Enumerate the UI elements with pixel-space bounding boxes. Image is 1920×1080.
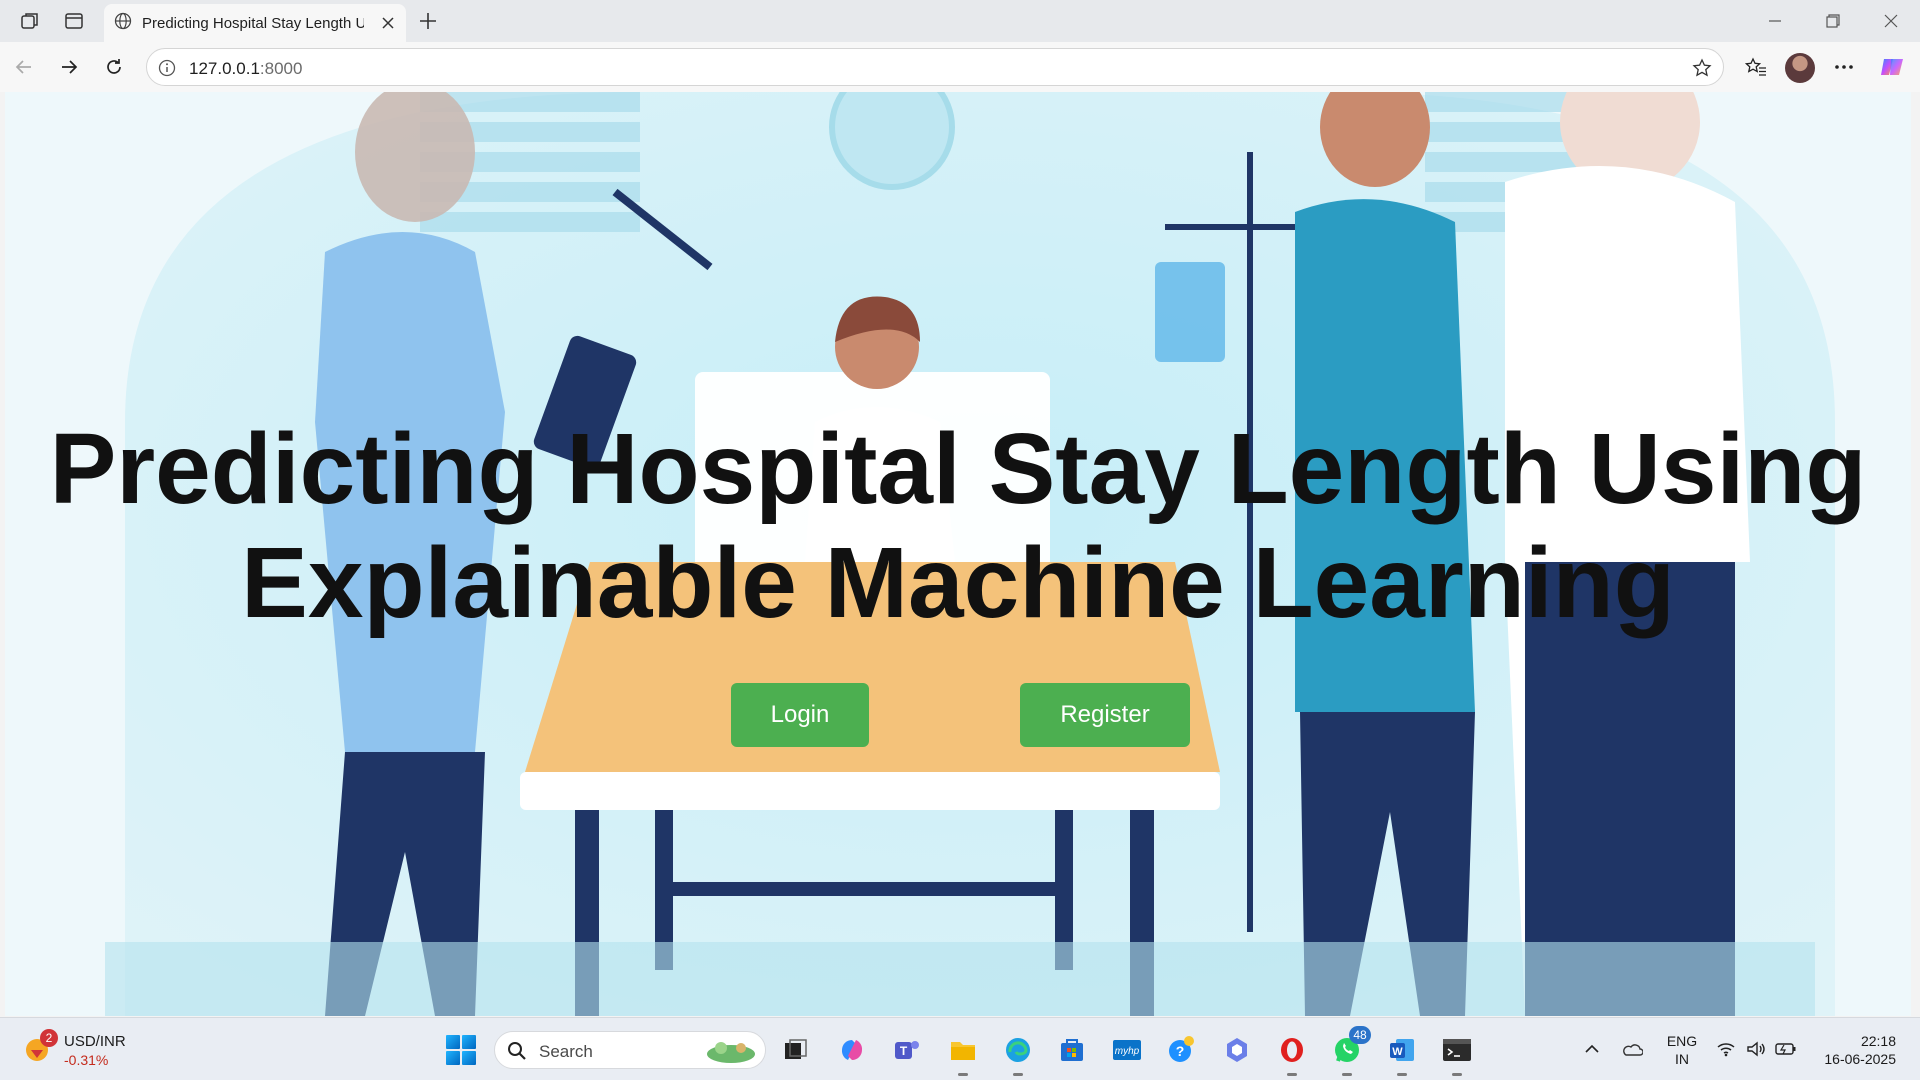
restore-icon[interactable] <box>1804 0 1862 42</box>
teams-icon[interactable]: T <box>889 1032 925 1068</box>
running-indicator <box>1342 1073 1352 1076</box>
myhp-icon[interactable]: myhp <box>1109 1032 1145 1068</box>
region-code: IN <box>1675 1051 1689 1067</box>
word-icon[interactable]: W <box>1384 1032 1420 1076</box>
start-icon[interactable] <box>446 1035 476 1065</box>
store-icon[interactable] <box>1054 1032 1090 1068</box>
search-label: Search <box>539 1042 593 1061</box>
taskbar-search[interactable]: Search <box>494 1031 766 1069</box>
file-explorer-icon[interactable] <box>945 1032 981 1076</box>
profile-avatar[interactable] <box>1785 53 1815 83</box>
login-button[interactable]: Login <box>731 683 869 747</box>
workspaces-icon[interactable] <box>14 7 46 35</box>
volume-icon[interactable] <box>1743 1036 1769 1062</box>
copilot-hex-icon[interactable] <box>1219 1032 1255 1068</box>
minimize-icon[interactable] <box>1746 0 1804 42</box>
battery-icon[interactable] <box>1773 1036 1799 1062</box>
opera-icon[interactable] <box>1274 1032 1310 1076</box>
url-host: 127.0.0.1 <box>189 59 260 78</box>
browser-tab-bar: Predicting Hospital Stay Length U <box>0 0 1920 42</box>
running-indicator <box>1452 1073 1462 1076</box>
svg-text:W: W <box>1392 1046 1403 1058</box>
register-button[interactable]: Register <box>1020 683 1190 747</box>
heading-line-2: Explainable Machine Learning <box>241 527 1675 639</box>
globe-icon <box>114 12 132 35</box>
widget-name: USD/INR <box>64 1033 126 1050</box>
widget-change: -0.31% <box>64 1052 109 1068</box>
copilot-app-icon[interactable] <box>834 1032 870 1068</box>
close-tab-icon[interactable] <box>378 13 398 33</box>
svg-text:?: ? <box>1176 1043 1185 1059</box>
svg-text:T: T <box>900 1044 908 1058</box>
search-highlight-icon <box>707 1042 755 1063</box>
terminal-icon[interactable] <box>1439 1032 1475 1076</box>
url-text[interactable]: 127.0.0.1:8000 <box>189 59 302 79</box>
whatsapp-icon[interactable]: 48 <box>1329 1026 1371 1076</box>
onedrive-icon[interactable] <box>1619 1036 1645 1062</box>
wifi-icon[interactable] <box>1713 1036 1739 1062</box>
running-indicator <box>1397 1073 1407 1076</box>
running-indicator <box>1013 1073 1023 1076</box>
task-view-icon[interactable] <box>778 1032 814 1068</box>
currency-widget[interactable]: 2 USD/INR -0.31% <box>18 1028 148 1072</box>
clock-date: 16-06-2025 <box>1824 1051 1896 1067</box>
language-indicator[interactable]: ENG IN <box>1662 1032 1702 1068</box>
edge-icon[interactable] <box>1000 1032 1036 1076</box>
heading-line-1: Predicting Hospital Stay Length Using <box>49 413 1867 525</box>
browser-toolbar: 127.0.0.1:8000 <box>0 42 1920 92</box>
running-indicator <box>958 1073 968 1076</box>
site-info-icon[interactable] <box>157 58 177 78</box>
search-icon <box>508 1042 526 1060</box>
language-code: ENG <box>1666 1033 1698 1049</box>
clock-time: 22:18 <box>1860 1033 1896 1049</box>
widget-badge: 2 <box>40 1029 58 1047</box>
windows-taskbar: 2 USD/INR -0.31% Search T myhp ? 48 W EN… <box>0 1017 1920 1080</box>
page-heading: Predicting Hospital Stay Length Using Ex… <box>5 412 1911 640</box>
forward-icon[interactable] <box>51 50 87 84</box>
page-viewport: Predicting Hospital Stay Length Using Ex… <box>5 92 1911 1016</box>
url-port: :8000 <box>259 59 303 78</box>
help-icon[interactable]: ? <box>1164 1032 1200 1068</box>
running-indicator <box>1287 1073 1297 1076</box>
more-options-icon[interactable] <box>1826 50 1862 84</box>
svg-text:myhp: myhp <box>1115 1046 1140 1057</box>
whatsapp-badge: 48 <box>1349 1026 1371 1044</box>
close-window-icon[interactable] <box>1862 0 1920 42</box>
copilot-icon[interactable] <box>1874 50 1910 84</box>
favorite-star-icon[interactable] <box>1691 57 1713 79</box>
vertical-tabs-icon[interactable] <box>58 7 90 35</box>
refresh-icon[interactable] <box>96 50 132 84</box>
tab-title: Predicting Hospital Stay Length U <box>142 14 364 32</box>
show-hidden-icons-icon[interactable] <box>1579 1036 1605 1062</box>
clock[interactable]: 22:18 16-06-2025 <box>1812 1032 1896 1068</box>
back-icon[interactable] <box>6 50 42 84</box>
address-bar[interactable]: 127.0.0.1:8000 <box>146 48 1724 86</box>
favorites-icon[interactable] <box>1738 50 1774 84</box>
new-tab-icon[interactable] <box>414 7 442 35</box>
active-tab[interactable]: Predicting Hospital Stay Length U <box>104 4 406 42</box>
